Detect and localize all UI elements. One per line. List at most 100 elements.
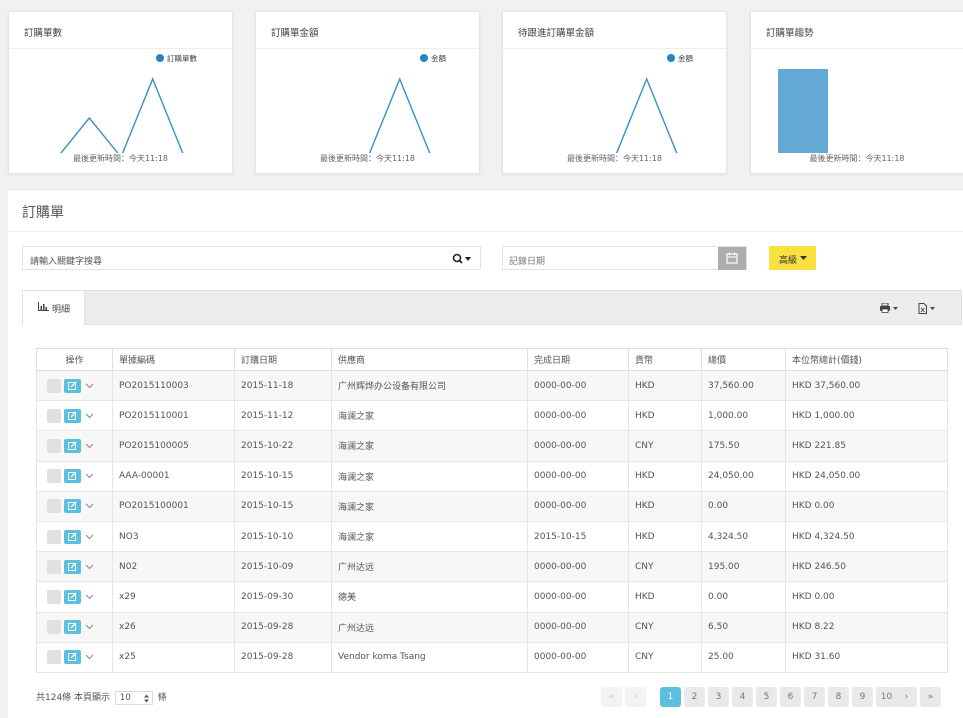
row-checkbox[interactable] (47, 529, 61, 544)
record-count: 共124條 本頁顯示 10 條 (36, 690, 167, 705)
column-header[interactable]: 總價 (701, 348, 786, 371)
last-page-button[interactable]: » (920, 687, 941, 707)
tab-detail[interactable]: 明細 (22, 290, 85, 325)
table-row[interactable]: x25 2015-09-28 Vendor koma Tsang 0000-00-00… (36, 641, 948, 673)
page-button[interactable]: 7 (804, 687, 825, 707)
legend-label: 訂購單數 (167, 53, 197, 63)
chevron-down-icon[interactable] (85, 413, 94, 419)
last-updated: 最後更新時間：今天11:18 (319, 154, 416, 163)
chevron-down-icon[interactable] (85, 594, 94, 600)
prev-page-button[interactable]: ‹ (625, 687, 646, 707)
page-button[interactable]: 2 (684, 687, 705, 707)
chevron-down-icon[interactable] (85, 443, 94, 449)
chevron-down-icon[interactable] (85, 503, 94, 509)
table-row[interactable]: PO2015100001 2015-10-15 海澜之家 0000-00-00 HKD 0… (36, 490, 948, 522)
print-button[interactable] (880, 302, 900, 316)
table-cell: HKD 4,324.50 (785, 520, 948, 553)
row-checkbox[interactable] (47, 469, 61, 484)
table-row[interactable]: PO2015110001 2015-11-12 海澜之家 0000-00-00 HKD 1… (36, 400, 948, 432)
column-header[interactable]: 完成日期 (527, 348, 629, 371)
table-row[interactable]: NO3 2015-10-10 海澜之家 2015-10-15 HKD 4,324.50 HK… (36, 520, 948, 553)
order-count-chart: 訂購單數 (60, 53, 197, 153)
edit-button[interactable] (64, 529, 81, 544)
edit-button[interactable] (64, 559, 81, 574)
first-page-button[interactable]: « (601, 687, 622, 707)
table-row[interactable]: x29 2015-09-30 德美 0000-00-00 HKD 0.00 HKD 0.00 (36, 581, 948, 613)
caret-down-icon (800, 256, 807, 260)
chevron-down-icon[interactable] (85, 654, 94, 660)
row-checkbox[interactable] (47, 620, 61, 635)
chevron-down-icon[interactable] (85, 624, 94, 630)
row-checkbox[interactable] (47, 559, 61, 574)
row-checkbox[interactable] (47, 499, 61, 514)
column-header[interactable]: 貨幣 (628, 348, 702, 371)
chevron-down-icon[interactable] (85, 473, 94, 479)
row-actions (36, 611, 113, 643)
row-checkbox[interactable] (47, 650, 61, 665)
page-button[interactable]: 4 (732, 687, 753, 707)
row-actions (36, 369, 113, 402)
row-actions (36, 520, 113, 553)
edit-icon (68, 592, 77, 601)
edit-button[interactable] (64, 408, 81, 423)
row-checkbox[interactable] (47, 408, 61, 423)
export-button[interactable] (918, 303, 938, 317)
row-checkbox[interactable] (47, 589, 61, 604)
edit-button[interactable] (64, 620, 81, 635)
page-button[interactable]: 5 (756, 687, 777, 707)
chevron-down-icon[interactable] (85, 564, 94, 570)
page-button[interactable]: 6 (780, 687, 801, 707)
next-page-button[interactable]: › (896, 687, 917, 707)
legend-label: 金額 (431, 53, 446, 63)
record-date-input[interactable]: 記錄日期 (502, 246, 747, 270)
chevron-down-icon[interactable] (85, 383, 94, 389)
kpi-card-pending-amount: 待跟進訂購單金額 金額 最後更新時間：今天11:18 (502, 11, 727, 174)
column-header[interactable]: 本位幣總計(價錢) (785, 348, 948, 371)
edit-button[interactable] (64, 438, 81, 453)
table-cell: x26 (112, 611, 235, 643)
search-button[interactable] (452, 252, 474, 266)
table-row[interactable]: N02 2015-10-09 广州达远 0000-00-00 CNY 195.00 HKD … (36, 551, 948, 583)
advanced-button[interactable]: 高級 (769, 246, 816, 270)
page-size-select[interactable]: 10 (114, 690, 153, 705)
chevron-down-icon[interactable] (85, 534, 94, 540)
page-button[interactable]: 1 (660, 687, 681, 707)
table-row[interactable]: x26 2015-09-28 广州达远 0000-00-00 CNY 6.50 HKD 8.… (36, 611, 948, 643)
table-row[interactable]: AAA-00001 2015-10-15 海澜之家 0000-00-00 HKD 24,0… (36, 460, 948, 492)
table-row[interactable]: PO2015100005 2015-10-22 海澜之家 0000-00-00 CNY 1… (36, 430, 948, 462)
table-cell: 37,560.00 (701, 369, 786, 402)
calendar-button[interactable] (718, 247, 746, 270)
edit-icon (68, 501, 77, 511)
table-cell: 2015-10-10 (234, 520, 332, 553)
table-cell: PO2015110003 (112, 369, 235, 402)
page-button[interactable]: 8 (828, 687, 849, 707)
edit-button[interactable] (64, 378, 81, 393)
table-row[interactable]: PO2015110003 2015-11-18 广州辉烨办公设备有限公司 0000-0… (36, 369, 948, 402)
page-button[interactable]: 10 (876, 687, 897, 707)
edit-icon (68, 381, 77, 390)
edit-button[interactable] (64, 469, 81, 484)
table-cell: CNY (628, 641, 702, 673)
edit-button[interactable] (64, 499, 81, 514)
search-input[interactable]: 請輸入關鍵字搜尋 (22, 246, 481, 270)
edit-button[interactable] (64, 589, 81, 604)
edit-button[interactable] (64, 650, 81, 665)
page-button[interactable]: 9 (852, 687, 873, 707)
row-checkbox[interactable] (47, 378, 61, 393)
order-trend-chart (778, 69, 828, 153)
date-placeholder: 記錄日期 (509, 257, 546, 267)
page-button[interactable]: 3 (708, 687, 729, 707)
order-amount-chart: 金額 (368, 53, 446, 153)
row-checkbox[interactable] (47, 438, 61, 453)
search-placeholder: 請輸入關鍵字搜尋 (30, 257, 103, 267)
series-line (60, 77, 184, 153)
table-cell: 2015-10-15 (234, 490, 332, 522)
card-title: 訂購單趨勢 (766, 28, 814, 39)
table-cell: NO3 (112, 520, 235, 553)
table-cell: HKD 24,050.00 (785, 460, 948, 492)
column-header[interactable]: 供應商 (331, 348, 528, 371)
column-header[interactable]: 訂購日期 (234, 348, 332, 371)
table-cell: 6.50 (701, 611, 786, 643)
column-header[interactable]: 單據編碼 (112, 348, 235, 371)
legend-swatch (667, 54, 675, 62)
